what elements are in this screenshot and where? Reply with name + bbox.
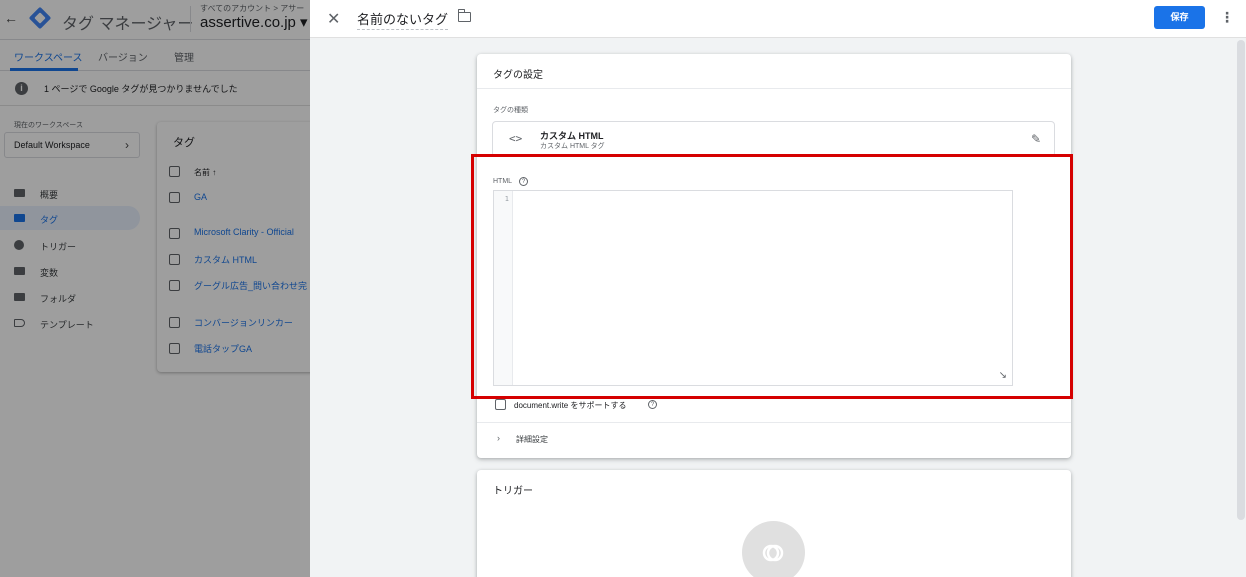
tag-name-field[interactable]: 名前のないタグ bbox=[357, 9, 449, 30]
trigger-icon bbox=[762, 544, 784, 562]
document-write-label[interactable]: document.write をサポートする bbox=[514, 400, 626, 411]
advanced-settings-toggle[interactable]: 詳細設定 bbox=[516, 434, 548, 445]
triggering-title: トリガー bbox=[493, 486, 533, 497]
tag-type-label: タグの種類 bbox=[493, 107, 528, 114]
tag-type-selector[interactable]: <> カスタム HTML カスタム HTML タグ ✎ bbox=[492, 121, 1055, 157]
code-icon: <> bbox=[509, 132, 523, 145]
folder-icon[interactable] bbox=[458, 9, 471, 22]
edit-pencil-icon[interactable]: ✎ bbox=[1031, 132, 1041, 146]
scrollbar[interactable] bbox=[1237, 40, 1245, 520]
document-write-checkbox[interactable] bbox=[495, 399, 506, 410]
divider bbox=[477, 422, 1071, 423]
panel-header: ✕ 名前のないタグ 保存 ⋮ bbox=[310, 0, 1246, 38]
annotation-highlight-box bbox=[471, 154, 1073, 399]
close-icon[interactable]: ✕ bbox=[327, 9, 340, 29]
help-icon[interactable]: ? bbox=[648, 400, 657, 409]
triggering-card: トリガー bbox=[477, 470, 1071, 577]
tag-type-subtitle: カスタム HTML タグ bbox=[540, 143, 605, 150]
tag-configuration-title: タグの設定 bbox=[493, 70, 543, 81]
divider bbox=[477, 88, 1071, 89]
add-trigger-button[interactable] bbox=[742, 521, 805, 577]
chevron-right-icon[interactable]: › bbox=[497, 433, 500, 443]
more-vert-icon[interactable]: ⋮ bbox=[1220, 9, 1234, 26]
save-button[interactable]: 保存 bbox=[1154, 6, 1205, 29]
